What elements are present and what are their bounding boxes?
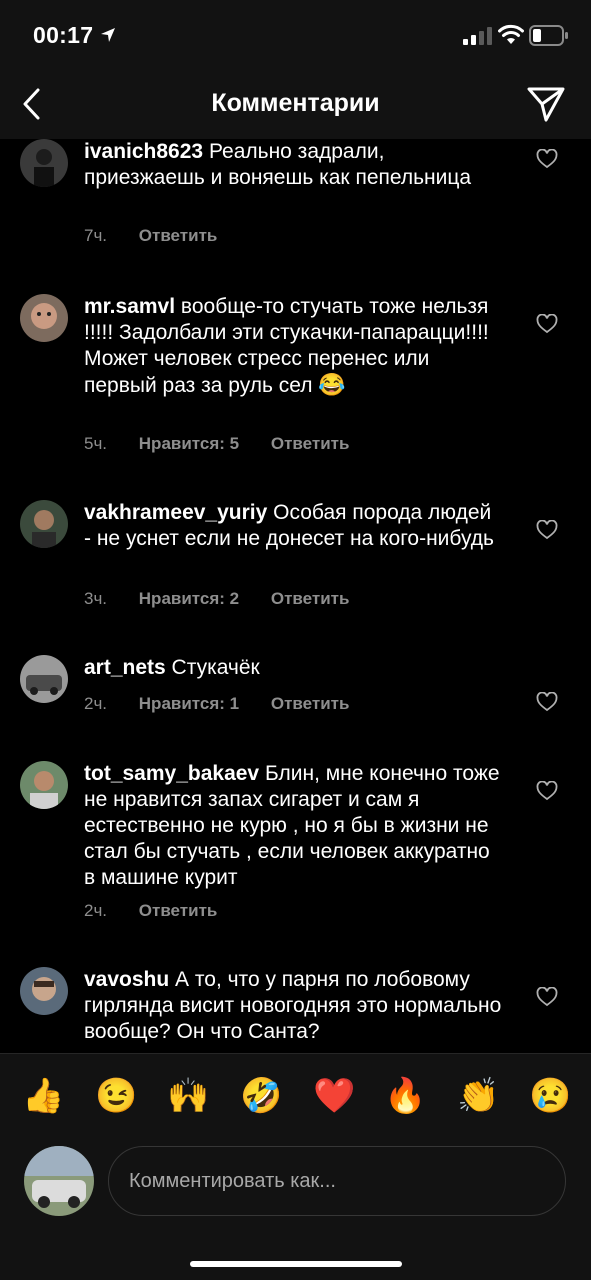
comment-input-placeholder: Комментировать как... <box>129 1170 336 1192</box>
comment-username[interactable]: ivanich8623 <box>84 140 203 163</box>
status-bar: 00:17 <box>0 0 591 72</box>
comment-time: 2ч. <box>84 694 108 713</box>
emoji-raised-hands[interactable]: 🙌 <box>167 1076 209 1116</box>
heart-outline-icon[interactable] <box>536 692 558 712</box>
battery-icon <box>529 25 568 46</box>
comment-text: tot_samy_bakaev Блин, мне конечно тоже н… <box>84 761 504 891</box>
comment-text: ivanich8623 Реально задрали, приезжаешь … <box>84 139 504 191</box>
likes-count[interactable]: Нравится: 2 <box>139 589 239 608</box>
emoji-rofl[interactable]: 🤣 <box>240 1076 282 1116</box>
emoji-thumbs-up[interactable]: 👍 <box>22 1076 64 1116</box>
heart-outline-icon[interactable] <box>536 781 558 801</box>
avatar[interactable] <box>20 139 68 187</box>
comment-username[interactable]: vakhrameev_yuriy <box>84 501 267 524</box>
avatar[interactable] <box>20 655 68 703</box>
heart-outline-icon[interactable] <box>536 520 558 540</box>
reply-button[interactable]: Ответить <box>139 901 218 920</box>
emoji-clap[interactable]: 👏 <box>457 1076 499 1116</box>
comments-list[interactable]: ivanich8623 Реально задрали, приезжаешь … <box>0 139 591 1053</box>
home-indicator <box>190 1261 402 1267</box>
comment-meta: 7ч. Ответить <box>84 226 217 246</box>
reply-button[interactable]: Ответить <box>271 434 350 453</box>
likes-count[interactable]: Нравится: 1 <box>139 694 239 713</box>
header: Комментарии <box>0 72 591 139</box>
heart-outline-icon[interactable] <box>536 987 558 1007</box>
reply-button[interactable]: Ответить <box>139 226 218 245</box>
status-time: 00:17 <box>33 22 94 48</box>
avatar[interactable] <box>20 761 68 809</box>
cellular-signal-icon <box>463 27 492 45</box>
heart-outline-icon[interactable] <box>536 149 558 169</box>
comment-text: vavoshu А то, что у парня по лобовому ги… <box>84 967 504 1045</box>
comment-username[interactable]: vavoshu <box>84 968 169 991</box>
heart-outline-icon[interactable] <box>536 314 558 334</box>
comment-time: 2ч. <box>84 901 108 920</box>
comment-time: 7ч. <box>84 226 108 245</box>
comment-text: mr.samvl вообще-то стучать тоже нельзя !… <box>84 294 504 399</box>
comment-time: 5ч. <box>84 434 108 453</box>
wifi-icon <box>498 24 524 44</box>
avatar[interactable] <box>20 294 68 342</box>
reply-button[interactable]: Ответить <box>271 589 350 608</box>
comment-meta: 5ч. Нравится: 5 Ответить <box>84 434 349 454</box>
comment-meta: 2ч. Ответить <box>84 901 217 921</box>
comment-time: 3ч. <box>84 589 108 608</box>
reply-button[interactable]: Ответить <box>271 694 350 713</box>
comment-text: vakhrameev_yuriy Особая порода людей - н… <box>84 500 504 552</box>
current-user-avatar <box>24 1146 94 1216</box>
comment-message: Стукачёк <box>171 656 260 679</box>
quick-reactions-bar: 👍 😉 🙌 🤣 ❤️ 🔥 👏 😢 Комментировать как... <box>0 1053 591 1280</box>
likes-count[interactable]: Нравится: 5 <box>139 434 239 453</box>
comment-text: art_nets Стукачёк <box>84 655 504 681</box>
emoji-wink[interactable]: 😉 <box>95 1076 137 1116</box>
comment-meta: 3ч. Нравится: 2 Ответить <box>84 589 349 609</box>
avatar[interactable] <box>20 967 68 1015</box>
comment-username[interactable]: art_nets <box>84 656 166 679</box>
emoji-fire[interactable]: 🔥 <box>384 1076 426 1116</box>
avatar[interactable] <box>20 500 68 548</box>
location-arrow-icon <box>101 28 115 42</box>
emoji-heart[interactable]: ❤️ <box>313 1076 355 1116</box>
paper-plane-icon[interactable] <box>525 84 567 124</box>
emoji-crying[interactable]: 😢 <box>529 1076 571 1116</box>
comment-input[interactable]: Комментировать как... <box>108 1146 566 1216</box>
comment-username[interactable]: tot_samy_bakaev <box>84 762 259 785</box>
page-title: Комментарии <box>211 89 380 117</box>
comment-username[interactable]: mr.samvl <box>84 295 175 318</box>
comment-meta: 2ч. Нравится: 1 Ответить <box>84 694 349 714</box>
comment-emoji: 😂 <box>318 372 346 397</box>
